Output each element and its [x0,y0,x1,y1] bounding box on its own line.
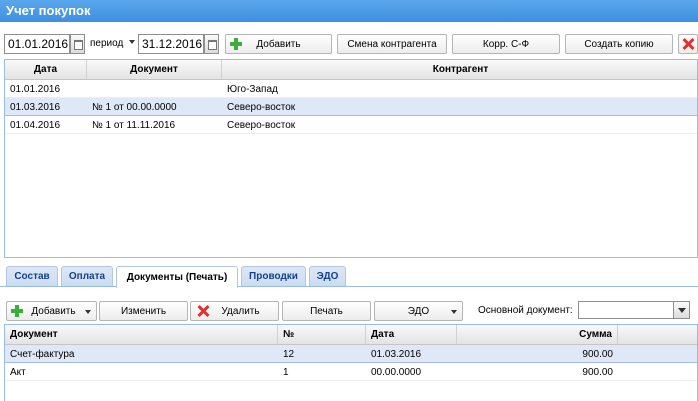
calendar-to-icon[interactable] [204,34,219,54]
main-doc-select[interactable] [578,301,690,319]
row-document: Акт [10,366,26,378]
header-counterparty[interactable]: Контрагент [222,60,698,79]
row-number: 1 [283,366,289,378]
plus-icon [230,38,242,50]
row-date: 01.03.2016 [10,101,61,113]
edo-dropdown-button[interactable]: ЭДО [374,301,463,321]
table-row[interactable]: Счет-фактура 12 01.03.2016 900.00 [5,345,697,363]
row-sum: 900.00 [582,366,613,378]
row-document: № 1 от 00.00.0000 [92,101,177,113]
documents-grid: Документ № Дата Сумма Счет-фактура 12 01… [4,324,698,401]
period-label: период [90,38,124,49]
tab-payment[interactable]: Оплата [61,266,113,286]
header-date[interactable]: Дата [5,60,87,79]
table-row[interactable]: 01.04.2016 № 1 от 11.11.2016 Северо-вост… [5,116,697,134]
detail-tabs: Состав Оплата Документы (Печать) Проводк… [0,262,698,288]
row-counterparty: Северо-восток [227,101,296,113]
header-document[interactable]: Документ [5,325,278,344]
delete-icon [197,305,209,317]
row-date: 01.04.2016 [10,119,61,131]
table-row[interactable]: 01.01.2016 Юго-Запад [5,80,697,98]
delete-document-button[interactable]: Удалить [190,301,279,321]
header-document[interactable]: Документ [87,60,222,79]
row-number: 12 [283,348,295,360]
row-sum: 900.00 [582,348,613,360]
chevron-down-icon[interactable] [673,302,689,318]
calendar-from-icon[interactable] [70,34,85,54]
plus-icon [11,305,23,317]
main-doc-label: Основной документ: [478,305,573,316]
header-number[interactable]: № [278,325,366,344]
delete-document-label: Удалить [221,305,260,317]
add-document-label: Добавить [31,305,76,317]
edit-button[interactable]: Изменить [99,301,188,321]
table-row[interactable]: 01.03.2016 № 1 от 00.00.0000 Северо-вост… [5,98,697,116]
tab-edo[interactable]: ЭДО [309,266,346,286]
change-counterparty-button[interactable]: Смена контрагента [337,34,447,54]
row-counterparty: Юго-Запад [227,83,278,95]
row-date: 01.01.2016 [10,83,61,95]
row-date: 01.03.2016 [371,348,422,360]
row-document: № 1 от 11.11.2016 [92,119,176,131]
chevron-down-icon [451,310,457,314]
chevron-down-icon [129,40,136,44]
edo-label: ЭДО [407,305,430,317]
documents-toolbar: Добавить Изменить Удалить Печать ЭДО Осн… [0,288,698,322]
row-document: Счет-фактура [10,348,75,360]
delete-button[interactable] [678,34,698,54]
add-document-button[interactable]: Добавить [6,301,97,321]
row-counterparty: Северо-восток [227,119,296,131]
header-date[interactable]: Дата [366,325,457,344]
add-button-label: Добавить [256,38,301,50]
purchases-grid: Дата Документ Контрагент 01.01.2016 Юго-… [4,59,698,258]
delete-icon [682,38,694,50]
tab-postings[interactable]: Проводки [241,266,306,286]
row-date: 00.00.0000 [371,366,422,378]
corr-invoice-button[interactable]: Корр. С-Ф [452,34,560,54]
print-button[interactable]: Печать [282,301,371,321]
date-to-input[interactable]: 31.12.2016 [138,34,204,54]
table-row[interactable]: Акт 1 00.00.0000 900.00 [5,363,697,381]
chevron-down-icon [85,310,91,314]
date-from-input[interactable]: 01.01.2016 [4,34,70,54]
tab-documents-print[interactable]: Документы (Печать) [116,266,238,288]
main-toolbar: 01.01.2016 период 31.12.2016 Добавить См… [0,22,698,56]
tab-composition[interactable]: Состав [6,266,58,286]
grid-header: Дата Документ Контрагент [5,60,697,80]
period-dropdown[interactable]: период [90,38,136,49]
add-button[interactable]: Добавить [225,34,332,54]
row-document [87,80,97,98]
grid-header: Документ № Дата Сумма [5,325,697,345]
window-title: Учет покупок [0,0,698,22]
create-copy-button[interactable]: Создать копию [565,34,673,54]
header-sum[interactable]: Сумма [457,325,618,344]
